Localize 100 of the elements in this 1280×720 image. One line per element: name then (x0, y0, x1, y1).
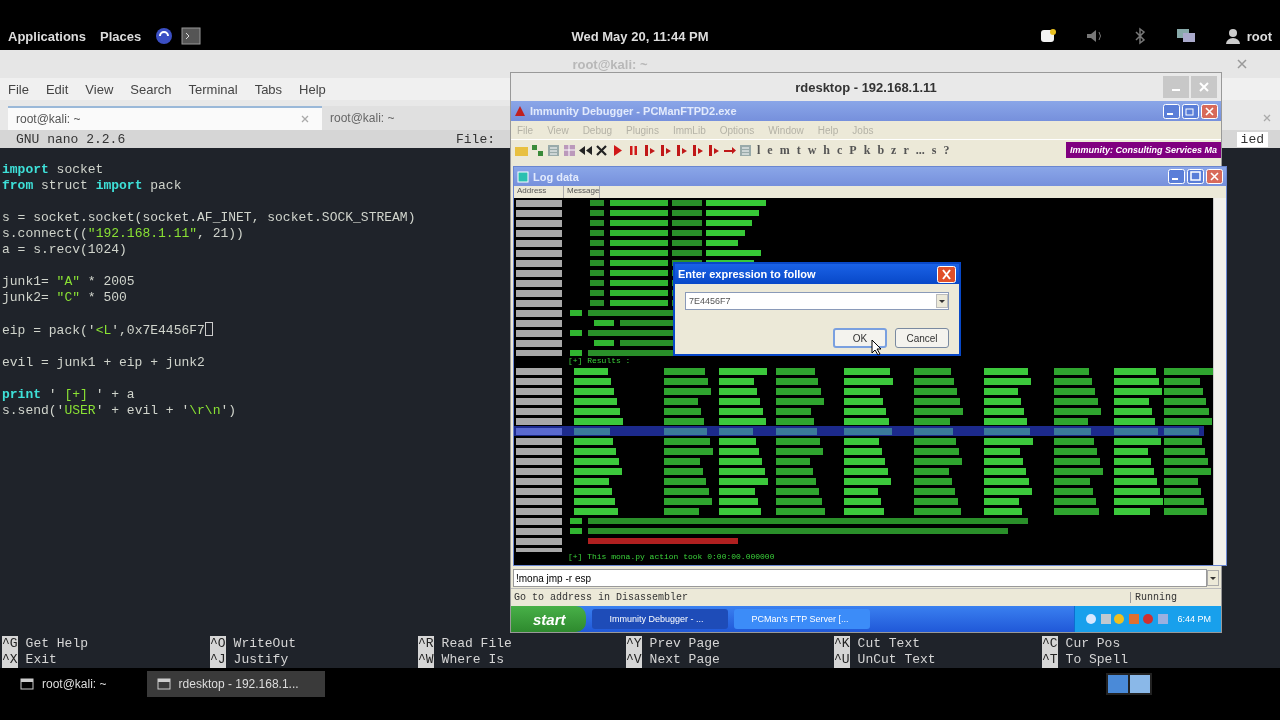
terminal-icon (20, 678, 34, 690)
shortcut-label: Cur Pos (1065, 636, 1121, 652)
shortcut-label: Exit (25, 652, 57, 668)
shortcut-label: Next Page (649, 652, 720, 668)
start-button[interactable]: start (511, 606, 586, 632)
tree-icon[interactable] (530, 142, 545, 158)
command-field[interactable]: !mona jmp -r esp (513, 569, 1207, 587)
expression-combo[interactable]: 7E4456F7 (685, 292, 949, 310)
shortcut-key: ^Y (626, 636, 642, 652)
run-state: Running (1130, 592, 1221, 603)
shortcut-key: ^X (2, 652, 18, 668)
dialog-title: Enter expression to follow (678, 268, 816, 280)
code-line: from struct import pack (2, 178, 182, 194)
dropdown-icon[interactable] (1207, 570, 1219, 586)
shortcut-key: ^R (418, 636, 434, 652)
code-line: s.send('USER' + evil + '\r\n') (2, 403, 237, 419)
menu-item[interactable]: Search (130, 81, 172, 97)
code-line: a = s.recv(1024) (2, 242, 127, 258)
banner[interactable]: Immunity: Consulting Services Ma (1065, 142, 1221, 158)
terminal-tab[interactable]: root@kali: ~ (322, 106, 510, 130)
menu-item[interactable]: Terminal (188, 81, 238, 97)
toolbar-button[interactable]: m (776, 141, 793, 159)
close-icon[interactable] (594, 142, 609, 158)
toolbar-button[interactable]: w (804, 141, 820, 159)
shortcut-key: ^U (834, 652, 850, 668)
mouse-pointer-icon (871, 339, 882, 356)
clock[interactable]: Wed May 20, 11:44 PM (571, 28, 709, 44)
toolbar-button[interactable]: c (834, 141, 846, 159)
modified-status: ied (1236, 131, 1268, 147)
bluetooth-icon[interactable] (1132, 27, 1147, 45)
app-icon (514, 105, 526, 117)
shortcut-label: Where Is (441, 652, 505, 668)
code-line: import socket (2, 162, 104, 178)
scrollbar[interactable] (1213, 198, 1226, 565)
shortcut-key: ^G (2, 636, 18, 652)
toolbar-button[interactable]: r (900, 141, 912, 159)
notification-icon[interactable] (1038, 27, 1057, 45)
shortcut-key: ^T (1042, 652, 1058, 668)
menu-item[interactable]: File (8, 81, 29, 97)
shortcut-label: Cut Text (857, 636, 921, 652)
network-icon[interactable] (1174, 27, 1197, 45)
step-icon[interactable] (658, 142, 673, 158)
app-launcher-icon[interactable] (155, 27, 174, 45)
window-title: Immunity Debugger - PCManFTPD2.exe (530, 105, 737, 117)
panel-menu[interactable]: Applications (8, 28, 86, 44)
toolbar-button[interactable]: ? (940, 141, 953, 159)
toolbar-button[interactable]: t (793, 141, 804, 159)
shortcut-label: WriteOut (233, 636, 297, 652)
menu-item[interactable]: View (85, 81, 114, 97)
shortcut-key: ^O (210, 636, 226, 652)
shortcut-key: ^C (1042, 636, 1058, 652)
code-line: eip = pack('<L',0x7E4456F7 (2, 322, 213, 339)
step-icon[interactable] (674, 142, 689, 158)
shortcut-key: ^K (834, 636, 850, 652)
dialog-button[interactable]: OK (833, 328, 887, 348)
shortcut-label: To Spell (1065, 652, 1129, 668)
code-line: junk2= "C" * 500 (2, 290, 127, 306)
menu-item[interactable]: Help (299, 81, 326, 97)
menu-item[interactable]: Tabs (254, 81, 283, 97)
terminal-tab[interactable]: root@kali: ~ (8, 106, 322, 130)
toolbar-button[interactable]: P (846, 141, 860, 159)
taskbar-button[interactable]: Immunity Debugger - ... (591, 609, 728, 629)
workspace-switcher[interactable] (1106, 673, 1152, 695)
user-menu[interactable]: root (1246, 28, 1272, 44)
step-icon[interactable] (642, 142, 657, 158)
log-line: [+] This mona.py action took 0:00:00.000000 (567, 552, 775, 562)
window-icon (156, 678, 171, 690)
menu-item[interactable]: Edit (45, 81, 69, 97)
toolbar-button[interactable]: b (874, 141, 888, 159)
toolbar-button[interactable]: s (928, 141, 940, 159)
taskbar-label: root@kali: ~ (42, 677, 107, 691)
terminal-icon[interactable] (181, 27, 202, 45)
shortcut-label: Justify (233, 652, 289, 668)
panel-menu[interactable]: Places (100, 28, 142, 44)
taskbar-button[interactable]: PCMan's FTP Server [... (733, 609, 870, 629)
toolbar-button[interactable]: h (820, 141, 834, 159)
file-label: File: (456, 131, 495, 147)
shortcut-key: ^J (210, 652, 226, 668)
taskbar-item[interactable]: root@kali: ~ (10, 671, 117, 697)
shortcut-key: ^W (418, 652, 434, 668)
shortcut-label: Get Help (25, 636, 89, 652)
toolbar-button[interactable]: l (754, 141, 764, 159)
shortcut-label: UnCut Text (857, 652, 936, 668)
toolbar-button[interactable]: e (764, 141, 776, 159)
code-line: s = socket.socket(socket.AF_INET, socket.SOCK_STREAM) (2, 210, 416, 226)
code-line: s.connect(("192.168.1.11", 21)) (2, 226, 244, 242)
toolbar-button[interactable]: k (860, 141, 874, 159)
dropdown-icon[interactable] (936, 294, 948, 308)
status-text: Go to address in Disassembler (513, 592, 690, 603)
toolbar-button[interactable]: ... (912, 141, 928, 159)
dialog-button[interactable]: Cancel (895, 328, 949, 348)
step-icon[interactable] (706, 142, 721, 158)
user-icon[interactable] (1224, 27, 1241, 45)
window-title: rdesktop - 192.168.1.11 (795, 79, 937, 95)
shortcut-label: Read File (441, 636, 512, 652)
toolbar-button[interactable]: z (888, 141, 900, 159)
window-title: Log data (533, 170, 579, 183)
taskbar-item[interactable]: rdesktop - 192.168.1... (146, 671, 325, 697)
code-line: junk1= "A" * 2005 (2, 274, 135, 290)
step-icon[interactable] (690, 142, 705, 158)
